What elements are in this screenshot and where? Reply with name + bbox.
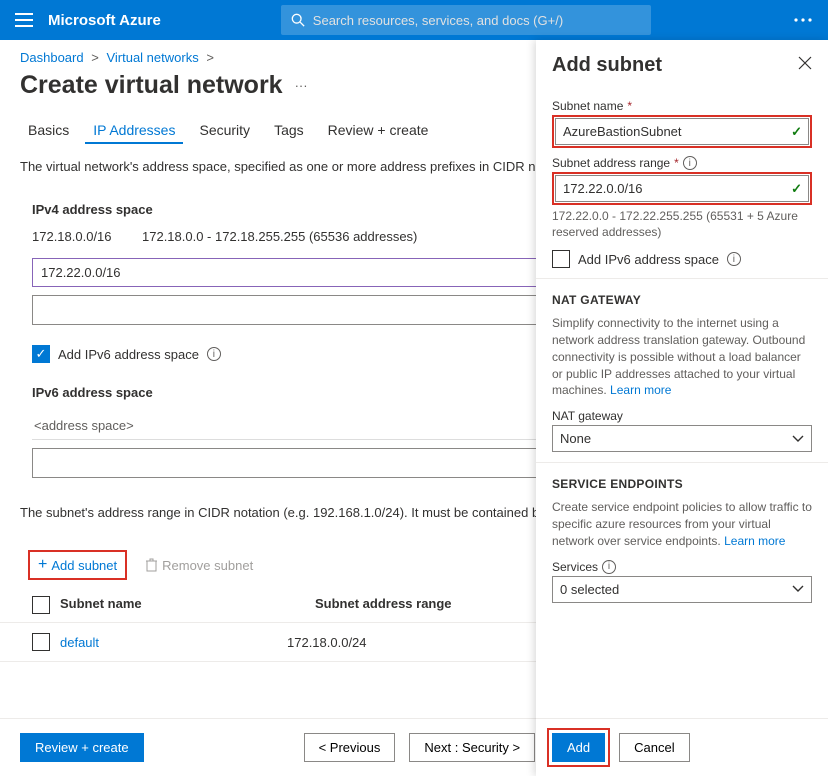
page-context-menu[interactable]: ··· xyxy=(295,78,308,93)
ipv6-checkbox[interactable]: ✓ xyxy=(32,345,50,363)
subnet-name-highlight: AzureBastionSubnet ✓ xyxy=(552,115,812,148)
close-icon[interactable] xyxy=(798,56,812,70)
learn-more-link[interactable]: Learn more xyxy=(724,534,785,548)
col-subnet-name: Subnet name xyxy=(60,596,315,614)
topbar: Microsoft Azure Search resources, servic… xyxy=(0,0,828,40)
search-icon xyxy=(291,13,305,27)
info-icon[interactable]: i xyxy=(602,560,616,574)
more-menu-icon[interactable] xyxy=(786,14,820,26)
nat-gateway-heading: NAT GATEWAY xyxy=(536,278,828,315)
row-checkbox[interactable] xyxy=(32,633,50,651)
review-create-button[interactable]: Review + create xyxy=(20,733,144,762)
search-placeholder: Search resources, services, and docs (G+… xyxy=(313,13,563,28)
col-subnet-range: Subnet address range xyxy=(315,596,452,614)
page-title: Create virtual network xyxy=(20,71,283,100)
chevron-down-icon xyxy=(792,435,804,443)
breadcrumb-link-vnets[interactable]: Virtual networks xyxy=(106,50,198,65)
subnet-name-link[interactable]: default xyxy=(60,635,99,650)
nat-gateway-para: Simplify connectivity to the internet us… xyxy=(552,315,812,399)
cancel-button[interactable]: Cancel xyxy=(619,733,689,762)
nat-gateway-label: NAT gateway xyxy=(552,409,812,423)
next-button[interactable]: Next : Security > xyxy=(409,733,535,762)
ipv4-cidr: 172.18.0.0/16 xyxy=(32,229,142,244)
brand-label: Microsoft Azure xyxy=(48,12,161,29)
subnet-range-cell: 172.18.0.0/24 xyxy=(287,635,367,650)
panel-footer: Add Cancel xyxy=(536,718,828,776)
tab-review[interactable]: Review + create xyxy=(320,116,437,144)
breadcrumb-sep: > xyxy=(91,50,99,65)
tab-ip-addresses[interactable]: IP Addresses xyxy=(85,116,183,144)
remove-subnet-button[interactable]: Remove subnet xyxy=(145,558,253,573)
add-subnet-label: Add subnet xyxy=(51,558,117,573)
panel-ipv6-check-row: Add IPv6 address space i xyxy=(552,250,812,268)
tab-basics[interactable]: Basics xyxy=(20,116,77,144)
plus-icon: + xyxy=(38,556,47,574)
select-all-checkbox[interactable] xyxy=(32,596,50,614)
subnet-name-label: Subnet name* xyxy=(552,99,812,113)
ipv6-checkbox-label: Add IPv6 address space xyxy=(58,347,199,362)
remove-subnet-label: Remove subnet xyxy=(162,558,253,573)
services-select[interactable]: 0 selected xyxy=(552,576,812,603)
info-icon[interactable]: i xyxy=(683,156,697,170)
info-icon[interactable]: i xyxy=(727,252,741,266)
tab-security[interactable]: Security xyxy=(191,116,258,144)
nat-gateway-select[interactable]: None xyxy=(552,425,812,452)
subnet-name-input[interactable]: AzureBastionSubnet ✓ xyxy=(555,118,809,145)
check-icon: ✓ xyxy=(791,181,802,197)
add-subnet-panel: Add subnet Subnet name* AzureBastionSubn… xyxy=(536,40,828,776)
hamburger-menu-icon[interactable] xyxy=(8,4,40,36)
tab-tags[interactable]: Tags xyxy=(266,116,312,144)
subnet-range-hint: 172.22.0.0 - 172.22.255.255 (65531 + 5 A… xyxy=(552,209,812,240)
breadcrumb-sep: > xyxy=(206,50,214,65)
ipv4-range: 172.18.0.0 - 172.18.255.255 (65536 addre… xyxy=(142,229,417,244)
panel-title: Add subnet xyxy=(552,54,812,77)
nat-gateway-value: None xyxy=(560,431,591,446)
add-subnet-button[interactable]: + Add subnet xyxy=(28,550,127,580)
add-button[interactable]: Add xyxy=(552,733,605,762)
chevron-down-icon xyxy=(792,585,804,593)
services-value: 0 selected xyxy=(560,582,619,597)
learn-more-link[interactable]: Learn more xyxy=(610,383,671,397)
global-search-input[interactable]: Search resources, services, and docs (G+… xyxy=(281,5,651,35)
subnet-range-highlight: 172.22.0.0/16 ✓ xyxy=(552,172,812,205)
check-icon: ✓ xyxy=(791,124,802,140)
tab-ip-addresses-highlight: IP Addresses xyxy=(85,116,183,144)
panel-ipv6-check-label: Add IPv6 address space xyxy=(578,252,719,267)
info-icon[interactable]: i xyxy=(207,347,221,361)
service-endpoints-heading: SERVICE ENDPOINTS xyxy=(536,462,828,499)
subnet-range-label: Subnet address range* i xyxy=(552,156,812,170)
previous-button[interactable]: < Previous xyxy=(304,733,396,762)
subnet-range-input[interactable]: 172.22.0.0/16 ✓ xyxy=(555,175,809,202)
services-label: Services i xyxy=(552,560,812,574)
service-endpoints-para: Create service endpoint policies to allo… xyxy=(552,499,812,549)
panel-ipv6-checkbox[interactable] xyxy=(552,250,570,268)
trash-icon xyxy=(145,558,158,572)
breadcrumb-link-dashboard[interactable]: Dashboard xyxy=(20,50,84,65)
